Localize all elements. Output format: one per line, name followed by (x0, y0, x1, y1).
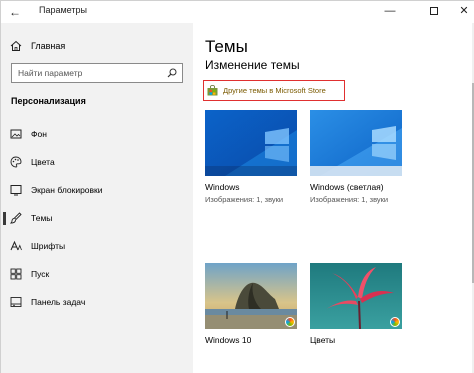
theme-name: Цветы (310, 335, 336, 345)
main-content: Темы Изменение темы Другие темы в Micros… (193, 23, 474, 373)
brush-icon (10, 212, 22, 224)
back-button[interactable]: ← (7, 4, 23, 20)
theme-name: Windows 10 (205, 335, 252, 345)
microsoft-store-link[interactable]: Другие темы в Microsoft Store (203, 80, 345, 101)
sidebar-item-colors[interactable]: Цвета (1, 151, 193, 173)
section-title: Персонализация (11, 96, 86, 106)
home-icon (10, 40, 22, 51)
store-link-label: Другие темы в Microsoft Store (223, 86, 326, 95)
font-icon (10, 240, 22, 251)
sidebar-item-label: Экран блокировки (31, 185, 103, 195)
close-button[interactable]: ✕ (453, 3, 474, 19)
theme-thumbnail (205, 263, 297, 329)
theme-thumbnail (310, 110, 402, 176)
window-title: Параметры (39, 5, 87, 15)
maximize-button[interactable] (423, 3, 445, 19)
sidebar-item-label: Цвета (31, 157, 55, 167)
color-swatch (390, 317, 400, 327)
page-title: Темы (205, 37, 248, 56)
sidebar-item-fonts[interactable]: Шрифты (1, 235, 193, 257)
sidebar-item-label: Фон (31, 129, 47, 139)
picture-icon (10, 129, 22, 139)
sidebar-item-label: Шрифты (31, 241, 66, 251)
theme-description: Изображения: 1, звуки (205, 195, 284, 204)
sidebar-item-start[interactable]: Пуск (1, 263, 193, 285)
home-nav-item[interactable]: Главная (1, 37, 193, 57)
theme-thumbnail (205, 110, 297, 176)
sidebar-item-themes[interactable]: Темы (1, 207, 193, 229)
title-bar: ← Параметры — ✕ (1, 1, 474, 23)
selection-indicator (3, 212, 6, 225)
palette-icon (10, 156, 22, 168)
start-icon (10, 268, 22, 280)
maximize-icon (430, 7, 438, 16)
sidebar-item-label: Темы (31, 213, 53, 223)
sidebar-item-label: Панель задач (31, 297, 86, 307)
theme-name: Windows (205, 182, 240, 192)
sidebar: Главная Найти параметр Персонализация Фо… (1, 23, 193, 373)
search-placeholder: Найти параметр (18, 68, 83, 78)
home-label: Главная (31, 41, 66, 51)
theme-description: Изображения: 1, звуки (310, 195, 389, 204)
theme-name: Windows (светлая) (310, 182, 384, 192)
sidebar-item-taskbar[interactable]: Панель задач (1, 291, 193, 313)
color-swatch (285, 317, 295, 327)
sidebar-item-lock-screen[interactable]: Экран блокировки (1, 179, 193, 201)
minimize-button[interactable]: — (379, 3, 401, 19)
search-input[interactable]: Найти параметр (11, 63, 183, 83)
store-bag-icon (207, 85, 218, 96)
sidebar-item-background[interactable]: Фон (1, 123, 193, 145)
lock-screen-icon (10, 185, 22, 196)
theme-thumbnail (310, 263, 402, 329)
section-subtitle: Изменение темы (205, 58, 300, 72)
search-icon (167, 68, 177, 78)
sidebar-item-label: Пуск (31, 269, 50, 279)
settings-window: ← Параметры — ✕ Главная Найти параметр П… (0, 0, 474, 373)
taskbar-icon (10, 297, 22, 307)
